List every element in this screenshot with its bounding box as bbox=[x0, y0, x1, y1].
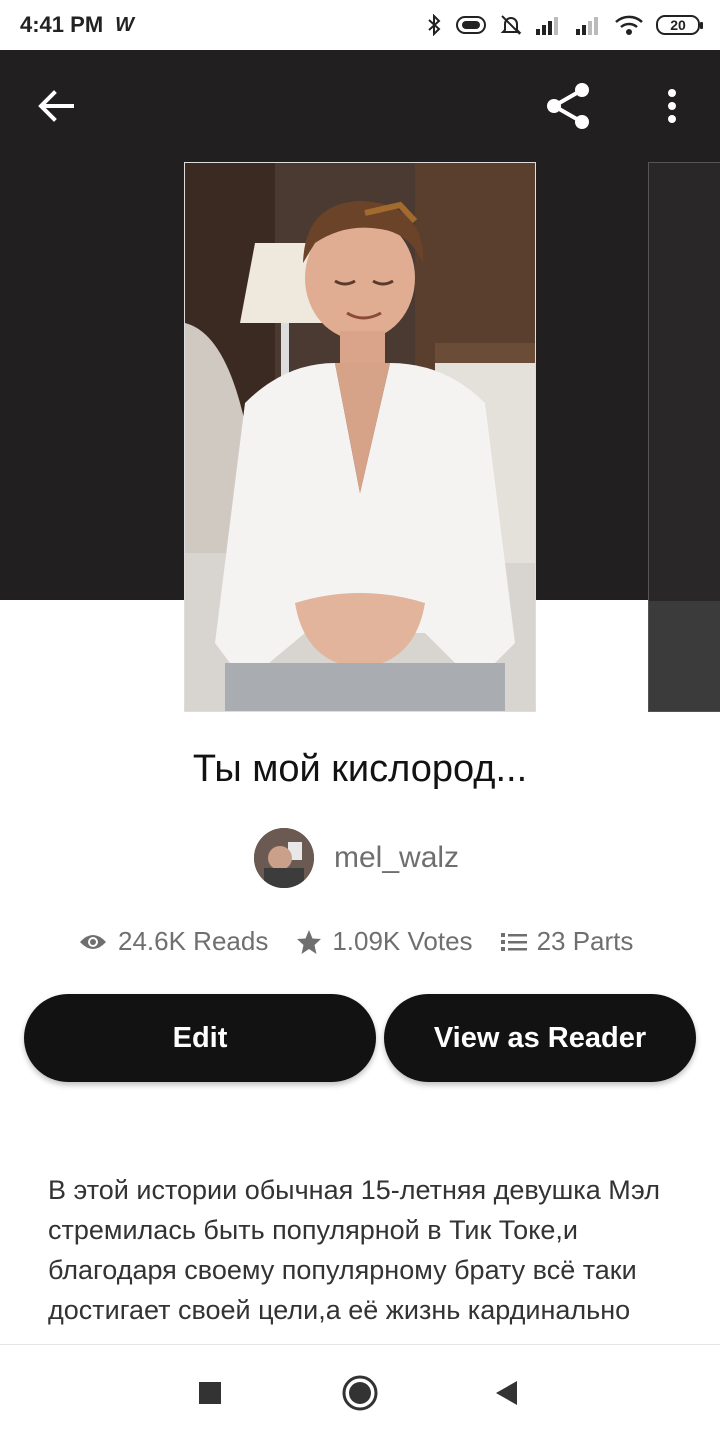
home-button[interactable] bbox=[332, 1365, 388, 1421]
avatar[interactable] bbox=[254, 828, 314, 888]
parts-stat: 23 Parts bbox=[500, 926, 634, 957]
votes-count: 1.09K Votes bbox=[332, 926, 473, 956]
edit-button[interactable]: Edit bbox=[24, 994, 376, 1082]
home-circle-icon bbox=[342, 1375, 378, 1411]
share-icon bbox=[547, 83, 589, 129]
story-title: Ты мой кислород... bbox=[192, 748, 528, 790]
signal-icon bbox=[576, 17, 598, 35]
story-cover-image[interactable] bbox=[184, 162, 536, 712]
signal-icon bbox=[536, 17, 558, 35]
more-options-button[interactable] bbox=[650, 82, 694, 130]
battery-icon: 20 bbox=[656, 15, 703, 35]
mute-icon bbox=[500, 15, 522, 35]
bluetooth-icon bbox=[428, 14, 441, 36]
status-time: 4:41 PM bbox=[20, 12, 104, 37]
story-stats: 24.6K Reads 1.09K Votes 23 Parts bbox=[78, 926, 633, 957]
vibrate-icon bbox=[456, 16, 486, 34]
story-description: В этой истории обычная 15-летняя девушка… bbox=[48, 1170, 688, 1344]
share-button[interactable] bbox=[540, 78, 596, 134]
list-icon bbox=[500, 932, 527, 951]
reads-stat: 24.6K Reads bbox=[78, 926, 268, 957]
star-icon bbox=[297, 929, 322, 954]
view-as-reader-button[interactable]: View as Reader bbox=[384, 994, 696, 1082]
reads-count: 24.6K Reads bbox=[118, 926, 269, 956]
eye-icon bbox=[80, 934, 106, 949]
cover-illustration bbox=[185, 163, 535, 711]
status-bar: 4:41 PM W 20 bbox=[0, 0, 720, 50]
next-story-cover-peek[interactable] bbox=[648, 162, 720, 712]
description-text: В этой истории обычная 15-летняя девушка… bbox=[48, 1175, 660, 1325]
more-vertical-icon bbox=[668, 89, 676, 123]
parts-count: 23 Parts bbox=[536, 926, 634, 956]
back-triangle-icon bbox=[496, 1381, 517, 1405]
recents-button[interactable] bbox=[182, 1365, 238, 1421]
author-name[interactable]: mel_walz bbox=[334, 841, 459, 875]
wifi-icon bbox=[615, 15, 643, 35]
back-button[interactable] bbox=[32, 82, 80, 130]
recents-square-icon bbox=[199, 1382, 221, 1404]
arrow-left-icon bbox=[38, 90, 74, 122]
system-back-button[interactable] bbox=[478, 1365, 534, 1421]
wattpad-notification-icon: W bbox=[115, 13, 135, 36]
votes-stat: 1.09K Votes bbox=[296, 926, 473, 957]
system-navigation-bar bbox=[0, 1344, 720, 1441]
author-row[interactable]: mel_walz bbox=[254, 828, 459, 888]
